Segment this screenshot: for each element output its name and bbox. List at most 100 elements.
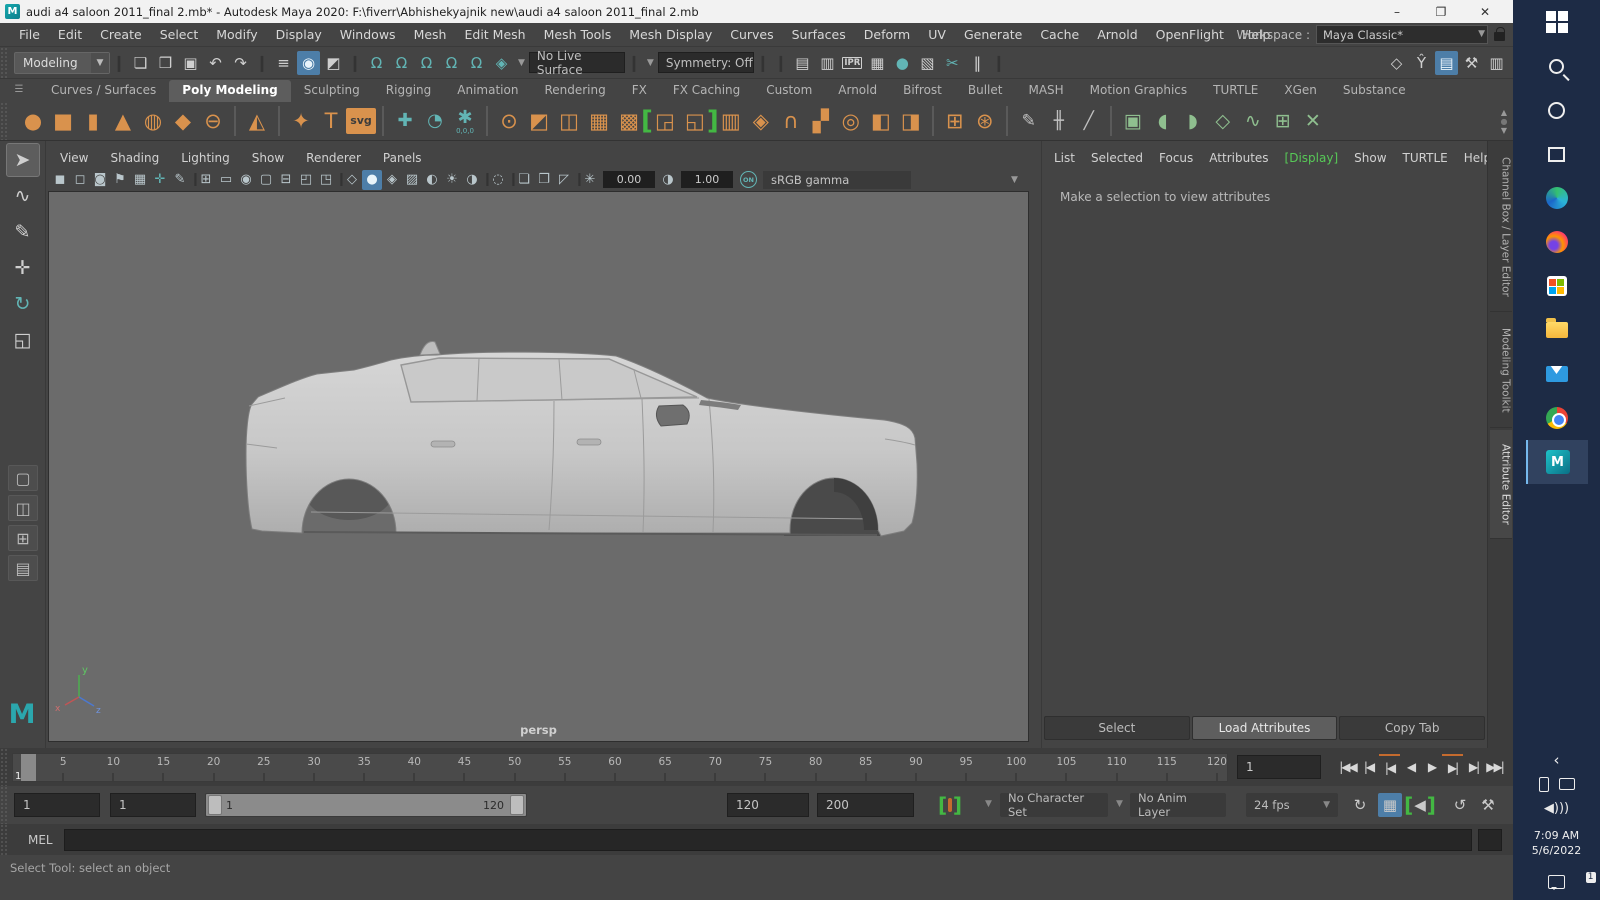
symmetry-field[interactable]: Symmetry: Off (657, 52, 754, 73)
go-to-end-button[interactable]: ▶▶| (1484, 754, 1505, 779)
shelf-tab-curves-surfaces[interactable]: Curves / Surfaces (38, 80, 169, 102)
shelf-tab-poly-modeling[interactable]: Poly Modeling (169, 80, 291, 102)
animation-start-field[interactable]: 1 (14, 793, 100, 817)
contrast-icon[interactable]: ◑ (658, 170, 678, 190)
side-tab-channel-box-layer-editor[interactable]: Channel Box / Layer Editor (1489, 143, 1512, 312)
drag-grip[interactable] (0, 786, 8, 824)
animation-end-field[interactable]: 200 (817, 793, 914, 817)
exposure-field[interactable]: 0.00 (603, 171, 655, 188)
viewport-canvas[interactable]: y z x persp (48, 191, 1029, 742)
channel-box-icon[interactable]: ▥ (1485, 51, 1508, 75)
mirror-icon[interactable]: ◫ (554, 105, 584, 137)
play-backwards-button[interactable]: ◀ (1400, 754, 1421, 779)
display-render-settings-icon[interactable]: ● (891, 51, 914, 75)
snap-view-plane-icon[interactable]: Ω (465, 51, 488, 75)
launch-render-setup-icon[interactable]: ✂ (941, 51, 964, 75)
file-explorer-icon[interactable] (1526, 308, 1588, 352)
poly-sphere-icon[interactable]: ● (18, 105, 48, 137)
uv-spherical-icon[interactable]: ◗ (1178, 105, 1208, 137)
shelf-menu-icon[interactable]: ☰ (4, 84, 34, 95)
humanik-icon[interactable]: Ŷ (1410, 51, 1433, 75)
menu-mesh-display[interactable]: Mesh Display (620, 24, 721, 45)
cortana-icon[interactable] (1526, 88, 1588, 132)
attribute-menu-turtle[interactable]: TURTLE (1403, 151, 1448, 165)
multi-cut-icon[interactable]: ▞ (806, 105, 836, 137)
render-sequence-icon[interactable]: ▧ (916, 51, 939, 75)
uv-contour-stretch-icon[interactable]: ∿ (1238, 105, 1268, 137)
color-transform-dropdown[interactable]: sRGB gamma (763, 170, 911, 189)
close-button[interactable]: ✕ (1463, 0, 1507, 23)
firefox-icon[interactable] (1526, 220, 1588, 264)
select-button[interactable]: Select (1044, 716, 1190, 740)
maximize-button[interactable]: ❐ (1419, 0, 1463, 23)
modeling-toolkit-icon[interactable]: ◇ (1385, 51, 1408, 75)
attribute-menu-selected[interactable]: Selected (1091, 151, 1143, 165)
drag-grip[interactable] (0, 102, 8, 140)
phone-link-icon[interactable] (1538, 776, 1549, 792)
menu-edit-mesh[interactable]: Edit Mesh (455, 24, 534, 45)
drag-grip[interactable] (0, 748, 8, 786)
poly-cube-icon[interactable]: ■ (48, 105, 78, 137)
render-settings-icon[interactable]: ▦ (866, 51, 889, 75)
combine-icon[interactable]: ◩ (524, 105, 554, 137)
ipr-render-icon[interactable]: IPR (841, 51, 864, 75)
render-current-frame-icon[interactable]: ▥ (816, 51, 839, 75)
copy-tab-button[interactable]: Copy Tab (1339, 716, 1486, 740)
attribute-menu-list[interactable]: List (1054, 151, 1075, 165)
textured-icon[interactable]: ▨ (402, 170, 422, 190)
group-collapser[interactable] (257, 51, 267, 75)
animation-preferences-icon[interactable]: ⚒ (1476, 793, 1500, 817)
film-gate-icon[interactable]: ▭ (216, 170, 236, 190)
auto-key-icon[interactable] (938, 793, 962, 817)
wireframe-icon[interactable]: ◇ (342, 170, 362, 190)
shelf-tab-turtle[interactable]: TURTLE (1200, 80, 1271, 102)
redo-icon[interactable]: ↷ (229, 51, 252, 75)
uv-planar-icon[interactable]: ▣ (1118, 105, 1148, 137)
volume-icon[interactable]: ◀))) (1526, 796, 1588, 820)
uv-cut-sew-icon[interactable]: ✕ (1298, 105, 1328, 137)
select-hierarchy-icon[interactable]: ≡ (272, 51, 295, 75)
workspace-dropdown[interactable]: Maya Classic* ▼ (1316, 25, 1488, 44)
chevron-up-icon[interactable]: ▲ (1497, 108, 1511, 117)
poly-torus-icon[interactable]: ◍ (138, 105, 168, 137)
taskbar-clock[interactable]: 7:09 AM 5/6/2022 (1532, 828, 1581, 858)
pane-layout-four-icon[interactable]: ⊞ (8, 525, 38, 551)
shelf-tab-arnold[interactable]: Arnold (825, 80, 890, 102)
image-plane-icon[interactable]: ▦ (130, 170, 150, 190)
construction-plane-icon[interactable]: ✚ (390, 105, 420, 137)
menu-curves[interactable]: Curves (721, 24, 782, 45)
chevron-down-icon[interactable]: ▼ (1011, 175, 1018, 185)
playback-loop-icon[interactable]: ↻ (1348, 793, 1372, 817)
character-set-dropdown[interactable]: No Character Set (1000, 791, 1108, 819)
sync-playback-icon[interactable]: ↺ (1448, 793, 1472, 817)
bridge-icon[interactable]: ∩ (776, 105, 806, 137)
anim-layer-dropdown[interactable]: No Anim Layer (1130, 791, 1226, 819)
viewport-menu-show[interactable]: Show (252, 151, 284, 165)
chevron-down-icon[interactable]: ▼ (1116, 799, 1123, 809)
camera-attributes-icon[interactable]: ◙ (90, 170, 110, 190)
display-icon[interactable] (1558, 778, 1575, 790)
snap-projected-center-icon[interactable]: Ω (440, 51, 463, 75)
rotate-edge-cw-icon[interactable]: ◲ (650, 105, 680, 137)
isolate-select-icon[interactable]: ◌ (488, 170, 508, 190)
poly-cylinder-icon[interactable]: ▮ (78, 105, 108, 137)
shelf-tab-fx-caching[interactable]: FX Caching (660, 80, 753, 102)
menu-deform[interactable]: Deform (855, 24, 919, 45)
snap-curve-icon[interactable]: Ω (390, 51, 413, 75)
grid-icon[interactable]: ⊞ (196, 170, 216, 190)
viewport-menu-shading[interactable]: Shading (110, 151, 159, 165)
chevron-down-icon[interactable]: ▼ (647, 58, 654, 68)
safe-action-icon[interactable]: ◰ (296, 170, 316, 190)
menu-mesh[interactable]: Mesh (405, 24, 456, 45)
lattice-icon[interactable]: ⊞ (940, 105, 970, 137)
use-default-material-icon[interactable]: ◐ (422, 170, 442, 190)
drag-grip[interactable] (0, 824, 8, 855)
undo-icon[interactable]: ↶ (204, 51, 227, 75)
select-object-icon[interactable]: ◉ (297, 50, 320, 75)
wireframe-on-shaded-icon[interactable]: ◈ (382, 170, 402, 190)
group-collapser[interactable] (350, 51, 360, 75)
ghosting-icon[interactable]: ❐ (534, 170, 554, 190)
svg-tool-icon[interactable]: svg (346, 105, 376, 137)
live-surface-field[interactable]: No Live Surface (528, 49, 625, 77)
pane-layout-single-icon[interactable]: ▢ (8, 465, 38, 491)
